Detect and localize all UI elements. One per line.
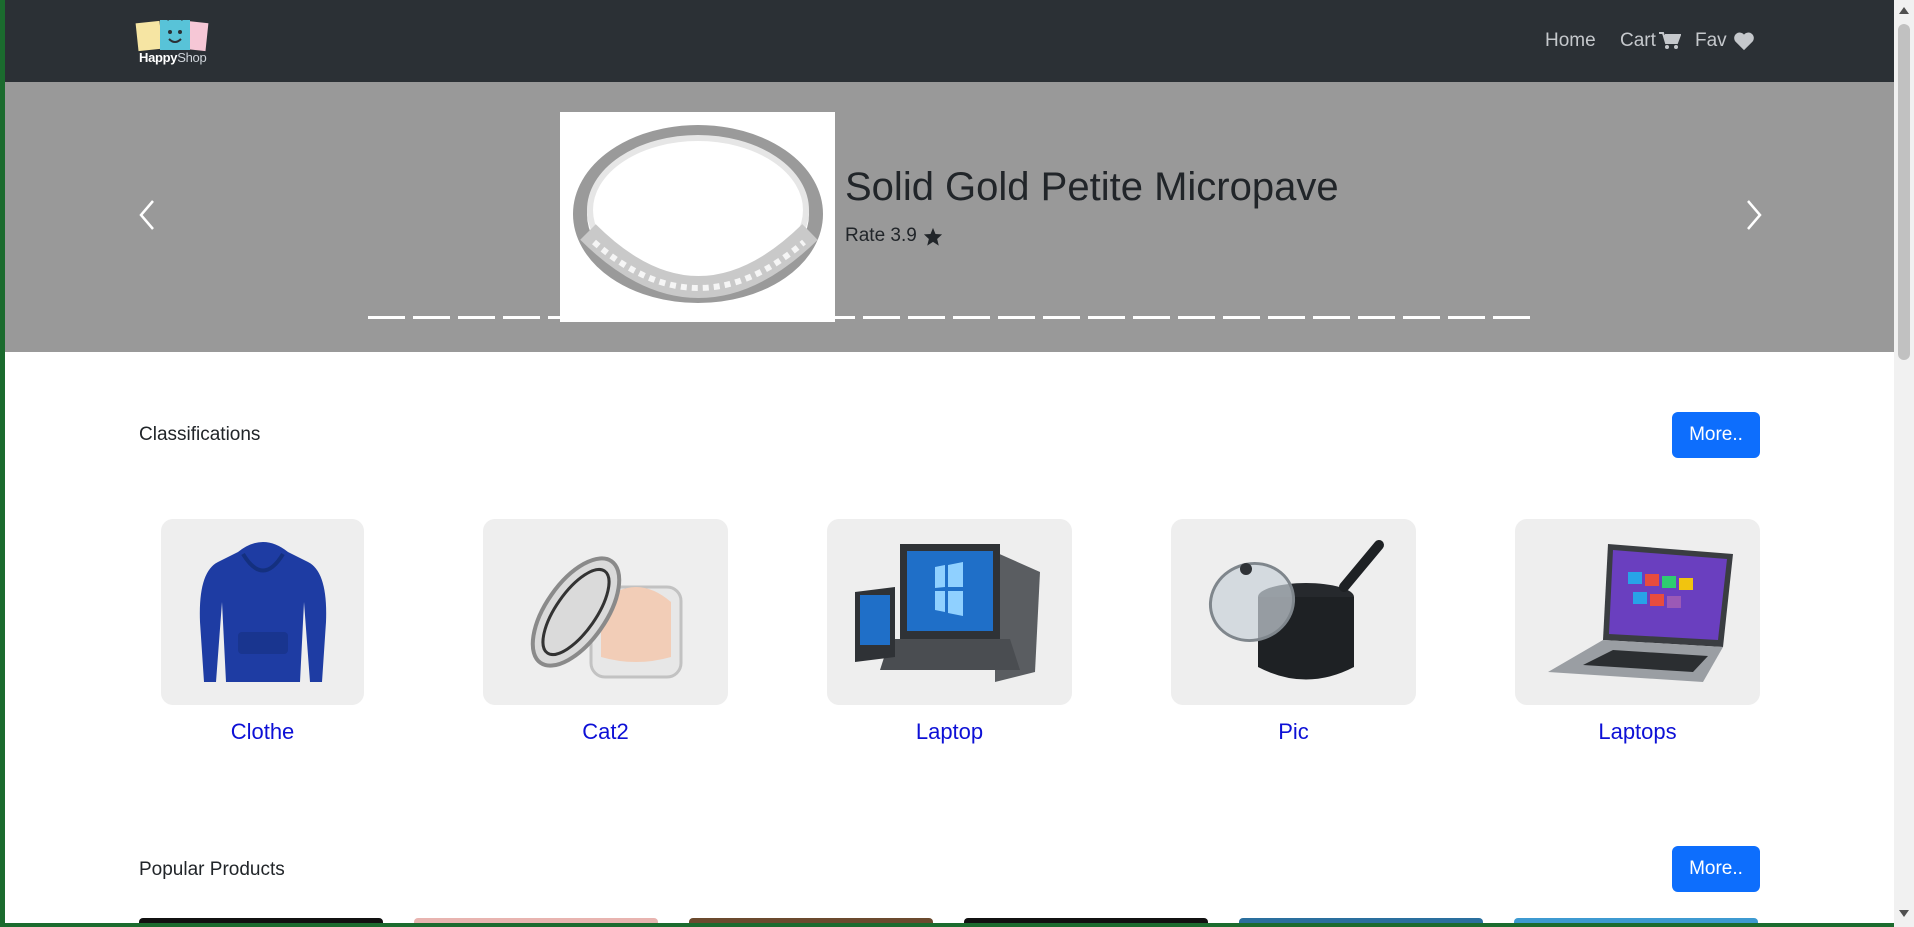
heart-icon: [1733, 32, 1754, 51]
carousel-indicator[interactable]: [1493, 316, 1530, 319]
cart-icon: [1658, 32, 1681, 49]
category-label-pic[interactable]: Pic: [1171, 719, 1416, 745]
star-icon: [923, 227, 942, 246]
carousel-indicator[interactable]: [1403, 316, 1440, 319]
carousel-indicator[interactable]: [1043, 316, 1080, 319]
carousel-indicators: [368, 316, 1530, 319]
nav-home-link[interactable]: Home: [1545, 0, 1596, 82]
navbar: [5, 0, 1894, 82]
carousel-indicator[interactable]: [1178, 316, 1215, 319]
carousel-indicator[interactable]: [863, 316, 900, 319]
carousel-indicator[interactable]: [458, 316, 495, 319]
laptop-icon: [854, 544, 1040, 682]
carousel-indicator[interactable]: [503, 316, 540, 319]
hero-rating: Rate 3.9: [845, 225, 943, 247]
chevron-left-icon: [139, 200, 154, 230]
laptop-icon: [1547, 544, 1733, 682]
carousel-indicator[interactable]: [1223, 316, 1260, 319]
carousel-indicator[interactable]: [368, 316, 405, 319]
hero-product-image: [560, 112, 835, 322]
hoodie-icon: [199, 542, 326, 682]
category-card-laptops[interactable]: [1515, 519, 1760, 705]
carousel-indicator[interactable]: [1358, 316, 1395, 319]
carousel-indicator[interactable]: [908, 316, 945, 319]
scroll-down-arrow-icon[interactable]: [1898, 908, 1910, 918]
carousel-next-button[interactable]: [1738, 195, 1768, 235]
popular-products-more-button[interactable]: More..: [1672, 846, 1760, 892]
carousel-indicator[interactable]: [1448, 316, 1485, 319]
cream-jar-icon: [530, 556, 682, 679]
category-card-pic[interactable]: [1171, 519, 1416, 705]
nav-cart-link[interactable]: Cart: [1620, 0, 1681, 82]
category-card-clothe[interactable]: [161, 519, 364, 705]
hero-carousel: [5, 82, 1894, 352]
category-label-clothe[interactable]: Clothe: [161, 719, 364, 745]
nav-fav-link[interactable]: Fav: [1695, 0, 1755, 82]
classifications-title: Classifications: [139, 424, 261, 445]
brand-name[interactable]: HappyShop: [139, 50, 207, 65]
hero-product-title: Solid Gold Petite Micropave: [845, 165, 1339, 209]
scrollbar-thumb[interactable]: [1898, 24, 1910, 360]
window-bottom-edge: [0, 923, 1914, 927]
category-card-laptop[interactable]: [827, 519, 1072, 705]
scroll-up-arrow-icon[interactable]: [1898, 6, 1910, 16]
carousel-indicator[interactable]: [1133, 316, 1170, 319]
carousel-indicator[interactable]: [1268, 316, 1305, 319]
cooking-pot-icon: [1208, 540, 1384, 680]
ring-image: [573, 125, 823, 303]
category-label-laptop[interactable]: Laptop: [827, 719, 1072, 745]
classifications-more-button[interactable]: More..: [1672, 412, 1760, 458]
category-label-cat2[interactable]: Cat2: [483, 719, 728, 745]
category-label-laptops[interactable]: Laptops: [1515, 719, 1760, 745]
carousel-indicator[interactable]: [953, 316, 990, 319]
category-card-cat2[interactable]: [483, 519, 728, 705]
carousel-indicator[interactable]: [1313, 316, 1350, 319]
carousel-indicator[interactable]: [413, 316, 450, 319]
chevron-right-icon: [1747, 200, 1762, 230]
carousel-indicator[interactable]: [1088, 316, 1125, 319]
carousel-indicator[interactable]: [998, 316, 1035, 319]
popular-products-title: Popular Products: [139, 859, 285, 880]
carousel-prev-button[interactable]: [133, 195, 163, 235]
